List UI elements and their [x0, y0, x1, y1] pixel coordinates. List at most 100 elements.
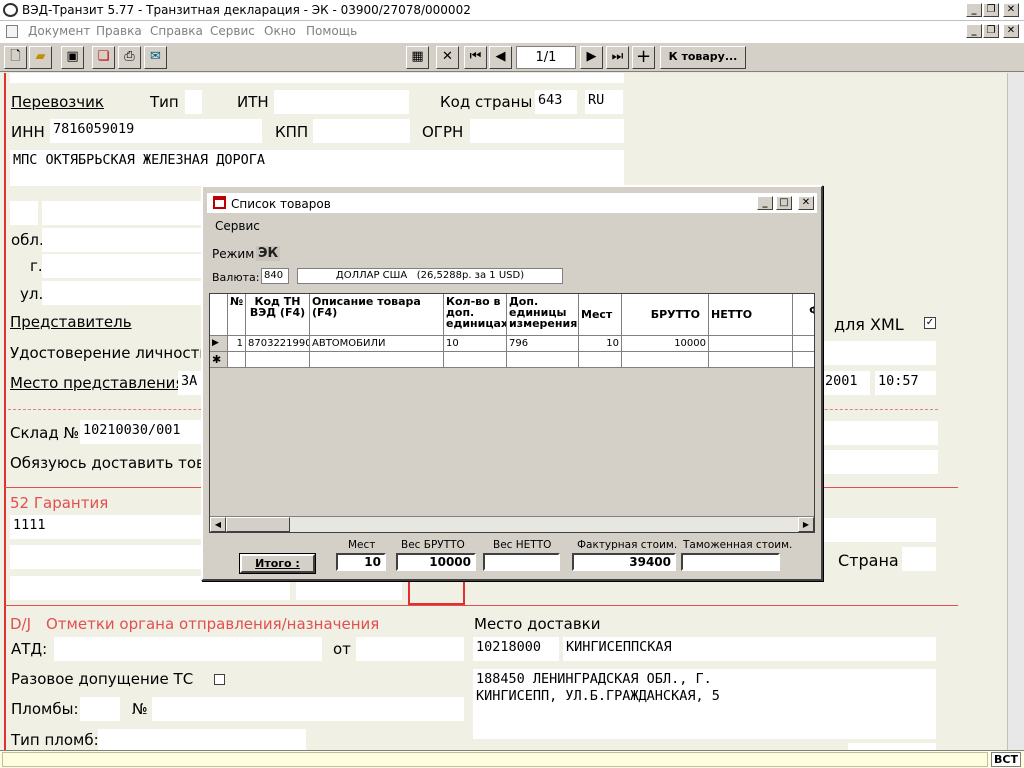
delivery-name-field[interactable]: КИНГИСЕППСКАЯ [563, 637, 936, 661]
scroll-thumb[interactable] [226, 517, 290, 532]
copy-doc-icon[interactable]: ❏ [92, 46, 115, 69]
restore-icon[interactable]: ❐ [983, 3, 999, 17]
country-alpha-field[interactable]: RU [585, 90, 623, 114]
street-field[interactable] [42, 281, 204, 305]
kpp-field[interactable] [313, 119, 410, 143]
mail-icon[interactable]: ✉ [144, 46, 167, 69]
new-row-cell-unit[interactable] [507, 352, 579, 368]
atd-field[interactable] [54, 637, 322, 661]
dialog-menu-service[interactable]: Сервис [215, 219, 260, 233]
new-row-cell-gross[interactable] [622, 352, 709, 368]
cell-gross[interactable]: 10000 [622, 336, 709, 352]
last-record-icon[interactable]: ⏭ [606, 46, 629, 69]
col-header-extra[interactable]: Ф [793, 294, 814, 336]
delivery-address-field[interactable]: 188450 ЛЕНИНГРАДСКАЯ ОБЛ., Г. КИНГИСЕПП,… [473, 669, 936, 739]
minimize-icon[interactable]: _ [966, 3, 982, 17]
col-header-places[interactable]: Мест [579, 294, 622, 336]
print-icon[interactable]: ⎙ [118, 46, 141, 69]
menu-window[interactable]: Окно [264, 24, 296, 38]
carrier-label[interactable]: Перевозчик [11, 93, 104, 111]
inn-field[interactable]: 7816059019 [50, 119, 262, 143]
representative-label[interactable]: Представитель [10, 313, 132, 331]
doc-minimize-icon[interactable]: _ [966, 24, 982, 38]
open-folder-icon[interactable]: ▰ [29, 46, 52, 69]
add-record-icon[interactable]: + [632, 46, 655, 69]
warehouse-right-field[interactable] [822, 421, 938, 445]
col-header-desc[interactable]: Описание товара (F4) [310, 294, 444, 336]
itn-field[interactable] [274, 90, 409, 114]
new-icon[interactable]: 🗋 [4, 46, 27, 69]
menu-help[interactable]: Помощь [306, 24, 357, 38]
carrier-name-field[interactable]: МПС ОКТЯБРЬСКАЯ ЖЕЛЕЗНАЯ ДОРОГА [10, 150, 624, 186]
close-icon[interactable]: ✕ [1003, 3, 1019, 17]
cell-places[interactable]: 10 [579, 336, 622, 352]
warehouse-field[interactable]: 10210030/001 [80, 420, 204, 444]
doc-restore-icon[interactable]: ❐ [983, 24, 999, 38]
postcode-field[interactable] [10, 201, 38, 225]
col-header-unit[interactable]: Доп. единицы измерения [507, 294, 579, 336]
new-row-cell-net[interactable] [709, 352, 793, 368]
dialog-minimize-icon[interactable]: _ [757, 196, 773, 210]
scroll-right-icon[interactable]: ▶ [798, 517, 814, 532]
form-scrollbar[interactable] [1007, 73, 1024, 750]
menu-service[interactable]: Сервис [210, 24, 255, 38]
guarantee-field-2[interactable] [10, 545, 204, 569]
new-row-cell-num[interactable] [228, 352, 246, 368]
cell-net[interactable] [709, 336, 793, 352]
next-record-icon[interactable]: ▶ [580, 46, 603, 69]
guarantee-field[interactable]: 1111 [10, 515, 204, 539]
prev-record-icon[interactable]: ◀ [489, 46, 512, 69]
new-row-cell-desc[interactable] [310, 352, 444, 368]
dialog-maximize-icon[interactable]: □ [776, 196, 792, 210]
place-label[interactable]: Место представления [10, 374, 184, 392]
to-goods-button[interactable]: К товару... [660, 46, 746, 69]
atd-date-field[interactable] [356, 637, 464, 661]
save-icon[interactable]: ▣ [61, 46, 84, 69]
col-header-code[interactable]: Код ТН ВЭД (F4) [246, 294, 310, 336]
col-header-qty[interactable]: Кол-во в доп. единицах [444, 294, 507, 336]
new-row-cell-extra[interactable] [793, 352, 814, 368]
guarantee-right-field[interactable] [822, 518, 936, 542]
delivery-bottom-field[interactable] [848, 743, 936, 750]
col-header-net[interactable]: НЕТТО [709, 294, 793, 336]
place-field[interactable]: ЗА [178, 371, 202, 395]
menu-document[interactable]: Документ [28, 24, 90, 38]
new-row-cell-places[interactable] [579, 352, 622, 368]
seal-type-field[interactable] [98, 729, 306, 750]
dialog-close-icon[interactable]: ✕ [798, 196, 814, 210]
grid-hscrollbar[interactable]: ◀ ▶ [210, 516, 814, 532]
new-row-cell-code[interactable] [246, 352, 310, 368]
col-header-num[interactable]: № [228, 294, 246, 336]
place-time-field[interactable]: 10:57 [875, 371, 936, 395]
menu-edit[interactable]: Правка [96, 24, 142, 38]
doc-close-icon[interactable]: ✕ [1003, 24, 1019, 38]
ogrn-field[interactable] [470, 119, 624, 143]
menu-reference[interactable]: Справка [150, 24, 203, 38]
xml-checkbox[interactable]: ✓ [924, 317, 936, 329]
cell-unit[interactable]: 796 [507, 336, 579, 352]
id-doc-field[interactable] [822, 341, 936, 365]
totals-button[interactable]: Итого : [239, 553, 316, 574]
seal-number-field[interactable] [152, 697, 464, 721]
place-date-field[interactable]: 2001 [822, 371, 870, 395]
address-line-field[interactable] [42, 201, 204, 225]
col-header-gross[interactable]: БРУТТО [622, 294, 709, 336]
country-code-field[interactable]: 643 [535, 90, 577, 114]
cell-desc[interactable]: АВТОМОБИЛИ [310, 336, 444, 352]
cell-code[interactable]: 8703221990 [246, 336, 310, 352]
first-record-icon[interactable]: ⏮ [464, 46, 487, 69]
seals-count-field[interactable] [80, 697, 120, 721]
city-field[interactable] [42, 254, 204, 278]
delete-icon[interactable]: ✕ [436, 46, 459, 69]
region-field[interactable] [42, 228, 204, 252]
cell-extra[interactable] [793, 336, 814, 352]
scroll-left-icon[interactable]: ◀ [210, 517, 226, 532]
new-row-cell-qty[interactable] [444, 352, 507, 368]
country-field[interactable] [902, 547, 936, 571]
type-field[interactable] [185, 90, 202, 114]
single-admission-checkbox[interactable] [214, 674, 225, 685]
grid-view-icon[interactable]: ▦ [406, 46, 429, 69]
delivery-code-field[interactable]: 10218000 [473, 637, 559, 661]
obligation-right-field[interactable] [822, 450, 938, 474]
cell-num[interactable]: 1 [228, 336, 246, 352]
